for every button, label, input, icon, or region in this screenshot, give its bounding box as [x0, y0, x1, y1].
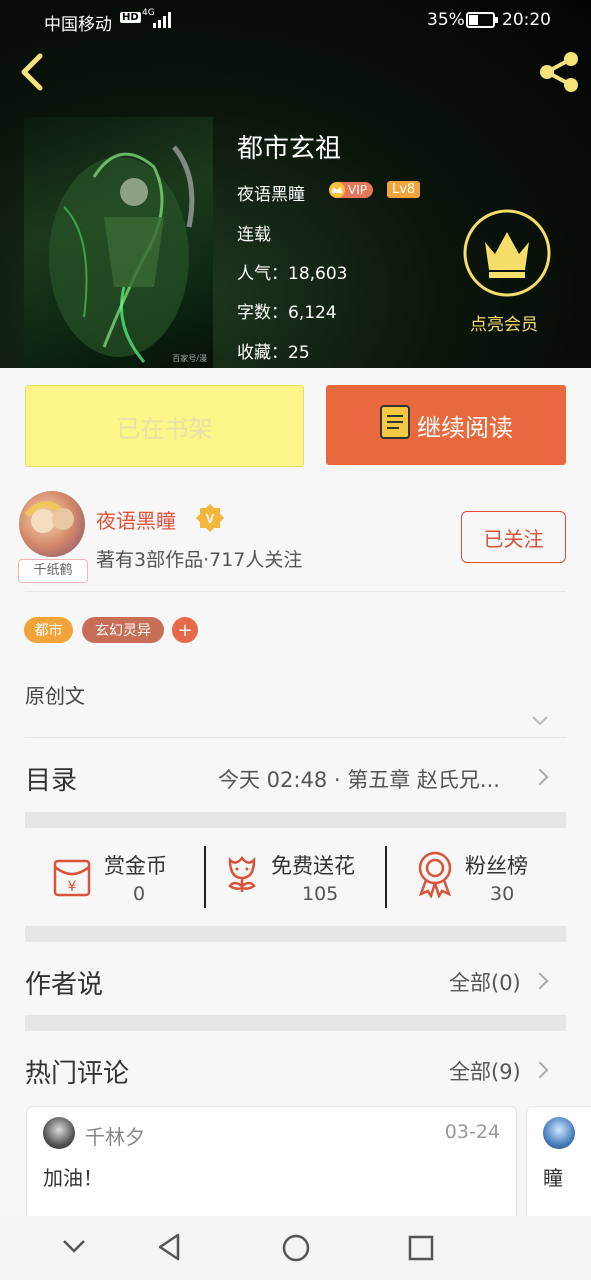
- avatar[interactable]: [19, 491, 85, 557]
- author-name[interactable]: 夜语黑瞳: [96, 505, 176, 534]
- toc-label: 目录: [25, 766, 78, 796]
- in-bookshelf-label: 已在书架: [116, 414, 213, 443]
- reward-value: 105: [302, 883, 339, 905]
- battery-percent: 35%: [427, 10, 465, 30]
- reward-value: 30: [490, 883, 515, 905]
- reward-fans[interactable]: 粉丝榜 30: [387, 828, 566, 928]
- toc-row[interactable]: 目录 今天 02:48 · 第五章 赵氏兄...: [0, 738, 591, 814]
- comment-text: 加油！: [43, 1166, 103, 1190]
- hd-icon: HD: [120, 12, 141, 23]
- book-author[interactable]: 夜语黑瞳: [237, 180, 305, 205]
- hot-comments-all: 全部(9): [449, 1060, 521, 1084]
- level-badge: Lv8: [387, 178, 421, 198]
- carrier-label: 中国移动: [44, 15, 112, 35]
- reward-flowers[interactable]: 免费送花 105: [206, 828, 386, 928]
- continue-reading-button[interactable]: 继续阅读: [326, 385, 566, 465]
- back-icon[interactable]: [14, 52, 50, 92]
- tag-xuanhuan[interactable]: 玄幻灵异: [82, 617, 164, 643]
- hot-comments-label: 热门评论: [25, 1059, 130, 1089]
- add-tag-button[interactable]: +: [172, 617, 198, 643]
- avatar-frame-label: 千纸鹤: [18, 559, 88, 583]
- author-stats: 著有3部作品·717人关注: [96, 549, 303, 571]
- rewards-bar: ¥ 赏金币 0 免费送花 105 粉丝榜 30: [25, 828, 566, 928]
- comment-user[interactable]: 千林夕: [85, 1121, 145, 1150]
- svg-text:V: V: [206, 511, 215, 526]
- back-nav-icon[interactable]: [156, 1232, 182, 1266]
- svg-text:¥: ¥: [68, 879, 77, 895]
- section-separator: [25, 1015, 566, 1031]
- reward-label: 粉丝榜: [465, 854, 528, 878]
- author-says-row[interactable]: 作者说 全部(0): [0, 942, 591, 1016]
- battery-icon: [466, 12, 498, 32]
- book-title: 都市玄祖: [237, 134, 342, 164]
- add-tag-label: +: [177, 619, 193, 641]
- member-button[interactable]: [462, 208, 552, 298]
- book-status: 连载: [237, 225, 271, 245]
- comment-avatar[interactable]: [543, 1117, 575, 1149]
- red-envelope-icon: ¥: [53, 859, 91, 897]
- medal-icon: [418, 851, 452, 898]
- level-label: Lv8: [387, 181, 421, 198]
- signal-icon: [153, 12, 171, 32]
- book-popularity: 人气：18,603: [237, 264, 348, 284]
- divider: [25, 591, 566, 592]
- crown-icon: [463, 209, 551, 297]
- in-bookshelf-button[interactable]: 已在书架: [25, 385, 304, 467]
- flower-icon: [228, 855, 256, 892]
- book-intro: 原创文: [25, 684, 85, 708]
- chevron-right-icon: [531, 1061, 549, 1079]
- reward-label: 免费送花: [271, 854, 355, 878]
- clock: 20:20: [502, 10, 551, 30]
- follow-button[interactable]: 已关注: [461, 511, 566, 563]
- comment-text: 瞳: [543, 1166, 563, 1190]
- comment-avatar[interactable]: [43, 1117, 75, 1149]
- book-icon: [379, 404, 411, 446]
- hot-comments-row[interactable]: 热门评论 全部(9): [0, 1031, 591, 1105]
- chevron-right-icon: [531, 768, 549, 786]
- verified-icon: V: [195, 503, 225, 533]
- author-says-label: 作者说: [25, 970, 104, 1000]
- chevron-down-icon[interactable]: [62, 1238, 86, 1258]
- chevron-right-icon: [531, 972, 549, 990]
- cover-watermark: 百家号/漫: [172, 354, 207, 363]
- section-separator: [25, 812, 566, 828]
- book-favorites: 收藏：25: [237, 343, 310, 363]
- section-separator: [25, 926, 566, 942]
- author-says-all: 全部(0): [449, 971, 521, 995]
- system-nav-bar: [0, 1216, 591, 1280]
- recent-apps-icon[interactable]: [408, 1235, 434, 1265]
- reward-label: 赏金币: [104, 854, 167, 878]
- tag-dushi[interactable]: 都市: [24, 617, 73, 643]
- home-nav-icon[interactable]: [281, 1233, 311, 1267]
- book-cover[interactable]: 百家号/漫: [24, 117, 213, 368]
- reward-value: 0: [133, 883, 146, 905]
- expand-chevron-icon[interactable]: [531, 712, 549, 731]
- member-label[interactable]: 点亮会员: [470, 310, 538, 335]
- follow-label: 已关注: [483, 526, 544, 551]
- vip-badge: VIP: [329, 179, 373, 198]
- reward-coins[interactable]: ¥ 赏金币 0: [25, 828, 205, 928]
- book-header: 中国移动 HD 4G 35% 20:20 百家号/漫 都市玄祖 夜语黑瞳 VIP: [0, 0, 591, 368]
- toc-latest: 今天 02:48 · 第五章 赵氏兄...: [218, 768, 500, 792]
- comment-date: 03-24: [444, 1121, 500, 1143]
- vip-label: VIP: [348, 183, 367, 197]
- continue-reading-label: 继续阅读: [417, 413, 513, 442]
- share-icon[interactable]: [536, 50, 582, 94]
- tag-label: 玄幻灵异: [95, 623, 151, 639]
- book-word-count: 字数：6,124: [237, 303, 337, 323]
- tag-label: 都市: [34, 623, 63, 639]
